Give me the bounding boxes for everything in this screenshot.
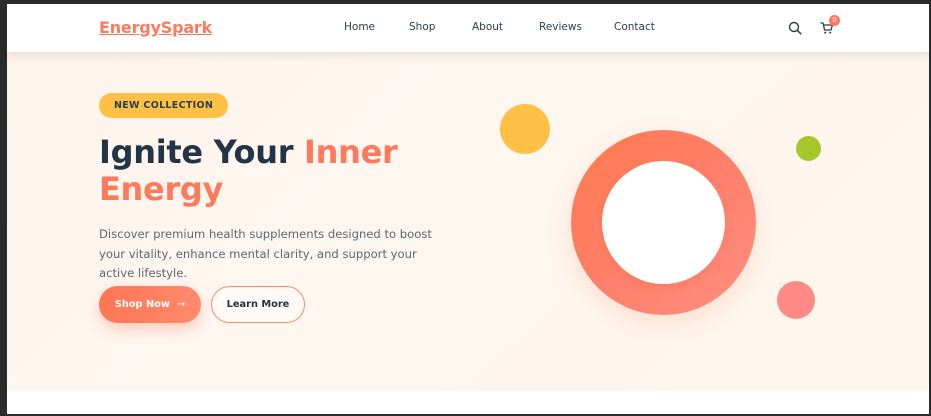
shop-now-button[interactable]: Shop Now →	[99, 286, 201, 323]
decorative-pink-circle	[777, 281, 815, 319]
nav-link-home[interactable]: Home	[344, 21, 375, 33]
headline-main: Ignite Your	[99, 133, 305, 171]
brand-logo[interactable]: EnergySpark	[99, 18, 212, 37]
decorative-green-circle	[796, 136, 821, 161]
cart-count-badge: 0	[829, 15, 840, 26]
search-icon[interactable]	[788, 20, 802, 35]
hero-section: NEW COLLECTION Ignite Your Inner Energy …	[7, 52, 929, 391]
hero-description: Discover premium health supplements desi…	[99, 227, 432, 280]
decorative-energy-ring	[571, 130, 756, 315]
learn-more-button[interactable]: Learn More	[211, 286, 305, 323]
nav-link-about[interactable]: About	[472, 21, 503, 33]
arrow-right-icon: →	[176, 299, 186, 310]
ring-inner-circle	[602, 161, 725, 284]
shop-now-label: Shop Now	[114, 299, 170, 310]
nav-link-shop[interactable]: Shop	[409, 21, 435, 33]
nav-link-contact[interactable]: Contact	[614, 21, 655, 33]
navbar: EnergySpark Home Shop About Reviews Cont…	[7, 4, 929, 52]
nav-link-reviews[interactable]: Reviews	[539, 21, 582, 33]
new-collection-badge: NEW COLLECTION	[99, 93, 229, 118]
hero-headline: Ignite Your Inner Energy	[99, 134, 459, 208]
navbar-shadow	[7, 52, 929, 64]
decorative-yellow-circle	[500, 104, 550, 154]
window-frame-left	[0, 0, 7, 416]
